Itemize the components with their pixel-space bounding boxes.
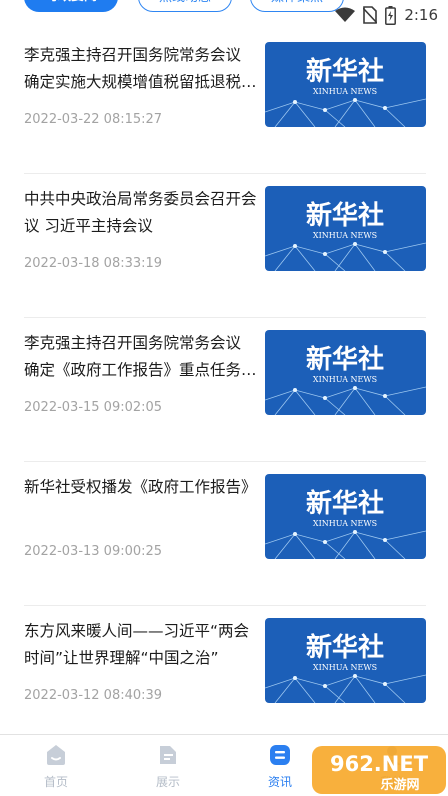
news-thumbnail: 新华社 XINHUA NEWS — [265, 186, 426, 271]
news-date: 2022-03-15 09:02:05 — [24, 400, 163, 415]
thumb-logo-sub: XINHUA NEWS — [313, 87, 377, 96]
news-thumbnail: 新华社 XINHUA NEWS — [265, 330, 426, 415]
news-list: 李克强主持召开国务院常务会议 确定实施大规模增值税留抵退税… 2022-03-2… — [24, 30, 426, 750]
home-icon — [47, 745, 65, 765]
news-icon — [270, 745, 290, 765]
news-title: 李克强主持召开国务院常务会议 确定实施大规模增值税留抵退税… — [24, 46, 257, 91]
nav-home[interactable]: 首页 — [16, 735, 96, 796]
news-title: 新华社受权播发《政府工作报告》 — [24, 478, 257, 496]
wifi-icon — [335, 7, 356, 22]
news-item[interactable]: 新华社受权播发《政府工作报告》 2022-03-13 09:00:25 新华社 … — [24, 462, 426, 606]
news-date: 2022-03-13 09:00:25 — [24, 544, 163, 559]
news-date: 2022-03-22 08:15:27 — [24, 112, 163, 127]
watermark-logo: 962.NET 乐游网 — [312, 746, 446, 794]
watermark-sub: 乐游网 — [380, 777, 419, 793]
news-date: 2022-03-12 08:40:39 — [24, 688, 163, 703]
thumb-logo-text: 新华社 — [306, 56, 384, 87]
news-title: 中共中央政治局常务委员会召开会议 习近平主持会议 — [24, 190, 257, 235]
no-sim-icon — [363, 6, 378, 24]
thumb-logo-text: 新华社 — [306, 488, 384, 519]
news-thumbnail: 新华社 XINHUA NEWS — [265, 618, 426, 703]
news-item[interactable]: 中共中央政治局常务委员会召开会议 习近平主持会议 2022-03-18 08:3… — [24, 174, 426, 318]
news-item[interactable]: 东方风来暖人间——习近平“两会时间”让世界理解“中国之治” 2022-03-12… — [24, 606, 426, 750]
news-title: 李克强主持召开国务院常务会议 确定《政府工作报告》重点任务… — [24, 334, 257, 379]
nav-news[interactable]: 资讯 — [240, 735, 320, 796]
news-item[interactable]: 李克强主持召开国务院常务会议 确定《政府工作报告》重点任务… 2022-03-1… — [24, 318, 426, 462]
nav-home-label: 首页 — [43, 775, 68, 789]
battery-icon — [385, 5, 397, 25]
display-icon — [160, 746, 176, 764]
status-bar: 2:16 — [318, 0, 448, 30]
thumb-logo-sub: XINHUA NEWS — [313, 519, 377, 528]
watermark-text: 962.NET — [330, 752, 429, 776]
clock: 2:16 — [404, 6, 438, 24]
nav-news-label: 资讯 — [267, 775, 292, 789]
tab-politics[interactable]: 时政要闻 — [24, 0, 118, 12]
news-date: 2022-03-18 08:33:19 — [24, 256, 163, 271]
nav-display-label: 展示 — [155, 775, 180, 789]
thumb-logo-text: 新华社 — [306, 632, 384, 663]
thumb-logo-sub: XINHUA NEWS — [313, 375, 377, 384]
news-thumbnail: 新华社 XINHUA NEWS — [265, 42, 426, 127]
nav-display[interactable]: 展示 — [128, 735, 208, 796]
thumb-logo-sub: XINHUA NEWS — [313, 663, 377, 672]
news-thumbnail: 新华社 XINHUA NEWS — [265, 474, 426, 559]
thumb-logo-text: 新华社 — [306, 200, 384, 231]
news-title: 东方风来暖人间——习近平“两会时间”让世界理解“中国之治” — [24, 622, 250, 667]
thumb-logo-sub: XINHUA NEWS — [313, 231, 377, 240]
news-item[interactable]: 李克强主持召开国务院常务会议 确定实施大规模增值税留抵退税… 2022-03-2… — [24, 30, 426, 174]
thumb-logo-text: 新华社 — [306, 344, 384, 375]
tab-hotline[interactable]: 热线动态 — [138, 0, 232, 12]
